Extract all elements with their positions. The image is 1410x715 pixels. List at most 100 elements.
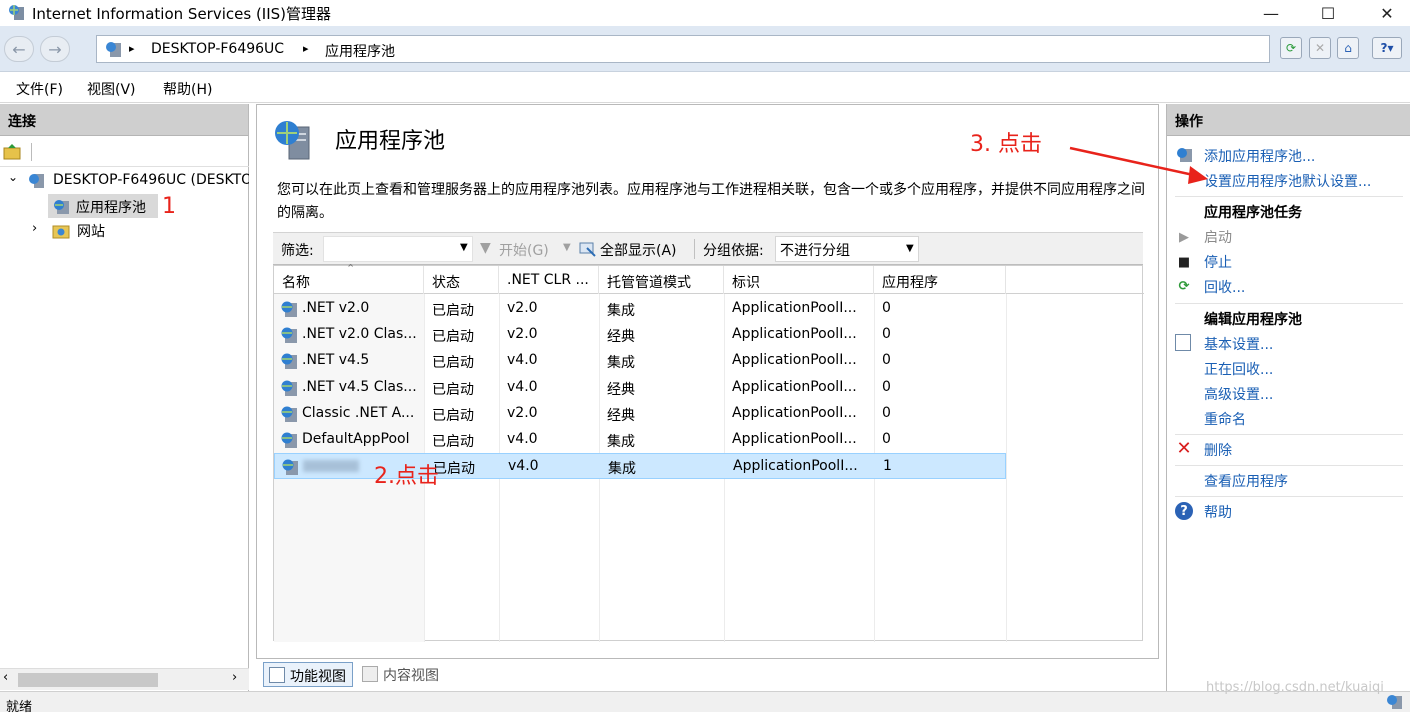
table-cell: ApplicationPoolI... bbox=[732, 378, 857, 395]
table-cell: 经典 bbox=[607, 329, 635, 346]
breadcrumb-app-pools[interactable]: 应用程序池 bbox=[325, 41, 395, 61]
action-help[interactable]: 帮助 bbox=[1204, 502, 1232, 522]
stop-icon[interactable]: ✕ bbox=[1309, 37, 1331, 59]
tree-item-server[interactable]: DESKTOP-F6496UC (DESKTOP-F6496UC\ bbox=[53, 172, 249, 188]
action-recycle[interactable]: 回收... bbox=[1204, 277, 1245, 297]
table-cell: 经典 bbox=[607, 407, 635, 424]
tree-expander-server[interactable]: ⌄ bbox=[8, 170, 18, 184]
dropdown-arrow-icon[interactable]: ▼ bbox=[906, 243, 914, 254]
horizontal-scrollbar[interactable]: ‹ › bbox=[0, 668, 249, 690]
group-by-select[interactable]: 不进行分组 ▼ bbox=[775, 236, 919, 262]
tray-server-icon bbox=[1387, 695, 1402, 709]
menu-help[interactable]: 帮助(H) bbox=[163, 79, 212, 99]
table-row[interactable]: .NET v2.0 Clas... 已启动 v2.0 经典 ApplicationPoo… bbox=[274, 322, 1006, 348]
window-title: Internet Information Services (IIS)管理器 bbox=[32, 5, 332, 23]
table-cell: 已启动 bbox=[432, 329, 474, 346]
table-cell: v2.0 bbox=[507, 404, 538, 421]
minimize-button[interactable]: — bbox=[1248, 0, 1294, 26]
column-header-identity[interactable]: 标识 bbox=[724, 266, 874, 294]
table-cell: 0 bbox=[882, 378, 891, 395]
view-tabs: 功能视图 内容视图 bbox=[256, 660, 1159, 690]
tab-features-view[interactable]: 功能视图 bbox=[263, 662, 353, 687]
breadcrumb-server[interactable]: DESKTOP-F6496UC bbox=[151, 41, 284, 57]
column-header-pipeline[interactable]: 托管管道模式 bbox=[599, 266, 724, 294]
action-view-applications[interactable]: 查看应用程序 bbox=[1204, 471, 1288, 491]
scroll-left-icon[interactable]: ‹ bbox=[3, 670, 8, 685]
app-pools-large-icon bbox=[275, 121, 310, 160]
column-header-status[interactable]: 状态 bbox=[424, 266, 499, 294]
action-set-defaults[interactable]: 设置应用程序池默认设置... bbox=[1204, 171, 1371, 191]
menu-bar: 文件(F) 视图(V) 帮助(H) bbox=[0, 73, 1410, 103]
app-pool-icon bbox=[54, 200, 69, 214]
table-cell: 集成 bbox=[607, 303, 635, 319]
table-cell: 已启动 bbox=[432, 355, 474, 372]
action-delete[interactable]: 删除 bbox=[1204, 440, 1232, 460]
table-cell: 0 bbox=[882, 352, 891, 369]
address-box[interactable]: ▸ DESKTOP-F6496UC ▸ 应用程序池 bbox=[96, 35, 1270, 63]
scrollbar-thumb[interactable] bbox=[18, 673, 158, 687]
tree-item-app-pools[interactable]: 应用程序池 bbox=[48, 194, 158, 218]
breadcrumb-separator: ▸ bbox=[303, 42, 309, 55]
maximize-button[interactable]: ☐ bbox=[1305, 0, 1351, 26]
column-header-applications[interactable]: 应用程序 bbox=[874, 266, 1006, 294]
tree-expander-sites[interactable]: › bbox=[32, 221, 37, 236]
dropdown-arrow-icon[interactable]: ▼ bbox=[563, 242, 571, 253]
group-title-pool-tasks: 应用程序池任务 bbox=[1204, 205, 1302, 221]
actions-pane: 操作 添加应用程序池... 设置应用程序池默认设置... 应用程序池任务 ▶ 启… bbox=[1166, 104, 1410, 691]
app-pool-icon bbox=[281, 353, 297, 370]
page-title: 应用程序池 bbox=[335, 129, 446, 154]
help-icon: ? bbox=[1175, 502, 1193, 520]
table-cell: 已启动 bbox=[432, 434, 474, 450]
app-pools-table: ⌃ 名称 状态 .NET CLR ... 托管管道模式 标识 应用程序 .NET… bbox=[273, 262, 1144, 642]
home-icon[interactable]: ⌂ bbox=[1337, 37, 1359, 59]
back-button[interactable]: ← bbox=[4, 36, 34, 62]
table-cell: v2.0 bbox=[507, 326, 538, 343]
table-row[interactable]: .NET v4.5 已启动 v4.0 集成 ApplicationPoolI... 0 bbox=[274, 348, 1006, 374]
connections-pane: 连接 ⌄ DESKTOP-F6496UC (DESKTOP-F6496UC\ 应… bbox=[0, 104, 249, 691]
table-cell: 0 bbox=[882, 300, 891, 316]
annotation-arrow bbox=[1069, 146, 1208, 184]
status-bar: 就绪 https://blog.csdn.net/kuaiqi bbox=[0, 680, 1410, 715]
action-advanced-settings[interactable]: 高级设置... bbox=[1204, 384, 1273, 404]
scroll-right-icon[interactable]: › bbox=[232, 670, 237, 685]
group-by-label: 分组依据: bbox=[703, 243, 764, 259]
tab-content-view[interactable]: 内容视图 bbox=[357, 662, 445, 687]
tree-item-sites[interactable]: 网站 bbox=[77, 221, 105, 241]
table-cell: .NET v4.5 Clas... bbox=[302, 378, 417, 395]
start-icon: ▶ bbox=[1179, 229, 1189, 245]
features-view-icon bbox=[269, 667, 285, 683]
action-basic-settings[interactable]: 基本设置... bbox=[1204, 334, 1273, 354]
group-title-edit-pool: 编辑应用程序池 bbox=[1204, 312, 1302, 328]
dropdown-arrow-icon[interactable]: ▼ bbox=[460, 242, 468, 253]
table-row[interactable]: .NET v4.5 Clas... 已启动 v4.0 经典 ApplicationPoo… bbox=[274, 375, 1006, 401]
table-row[interactable]: Classic .NET A... 已启动 v2.0 经典 ApplicationPoo… bbox=[274, 401, 1006, 427]
close-button[interactable]: ✕ bbox=[1364, 0, 1410, 26]
action-add-app-pool[interactable]: 添加应用程序池... bbox=[1204, 146, 1315, 166]
filter-input[interactable]: ▼ bbox=[323, 236, 473, 262]
address-toolbar: ← → ▸ DESKTOP-F6496UC ▸ 应用程序池 ⟳ ✕ ⌂ ?▾ bbox=[0, 26, 1410, 72]
forward-button[interactable]: → bbox=[40, 36, 70, 62]
table-row[interactable]: .NET v2.0 已启动 v2.0 集成 ApplicationPoolI... 0 bbox=[274, 296, 1006, 322]
column-header-clr[interactable]: .NET CLR ... bbox=[499, 266, 599, 294]
filter-label: 筛选: bbox=[281, 243, 314, 259]
app-pool-icon bbox=[281, 432, 297, 448]
action-stop[interactable]: 停止 bbox=[1204, 252, 1232, 272]
menu-file[interactable]: 文件(F) bbox=[16, 79, 63, 99]
show-all-button[interactable]: 全部显示(A) bbox=[600, 240, 677, 260]
help-icon[interactable]: ?▾ bbox=[1372, 37, 1402, 59]
connect-icon[interactable] bbox=[3, 143, 21, 161]
table-row[interactable]: DefaultAppPool 已启动 v4.0 集成 ApplicationPoolI.… bbox=[274, 427, 1006, 453]
filter-toolbar: 筛选: ▼ ▼ 开始(G) ▼ 全部显示(A) 分组依据: 不进行分组 ▼ bbox=[273, 232, 1143, 265]
menu-view[interactable]: 视图(V) bbox=[87, 79, 136, 99]
refresh-icon[interactable]: ⟳ bbox=[1280, 37, 1302, 59]
action-start[interactable]: 启动 bbox=[1204, 227, 1232, 247]
action-rename[interactable]: 重命名 bbox=[1204, 409, 1246, 429]
table-cell: 1 bbox=[883, 458, 892, 475]
table-cell: Classic .NET A... bbox=[302, 404, 415, 421]
table-cell: 0 bbox=[882, 431, 891, 447]
table-cell: .NET v2.0 bbox=[302, 300, 370, 316]
start-filter-button[interactable]: 开始(G) bbox=[499, 240, 549, 260]
divider bbox=[1175, 465, 1403, 466]
action-recycling[interactable]: 正在回收... bbox=[1204, 359, 1273, 379]
column-header-name[interactable]: 名称 bbox=[274, 266, 424, 294]
